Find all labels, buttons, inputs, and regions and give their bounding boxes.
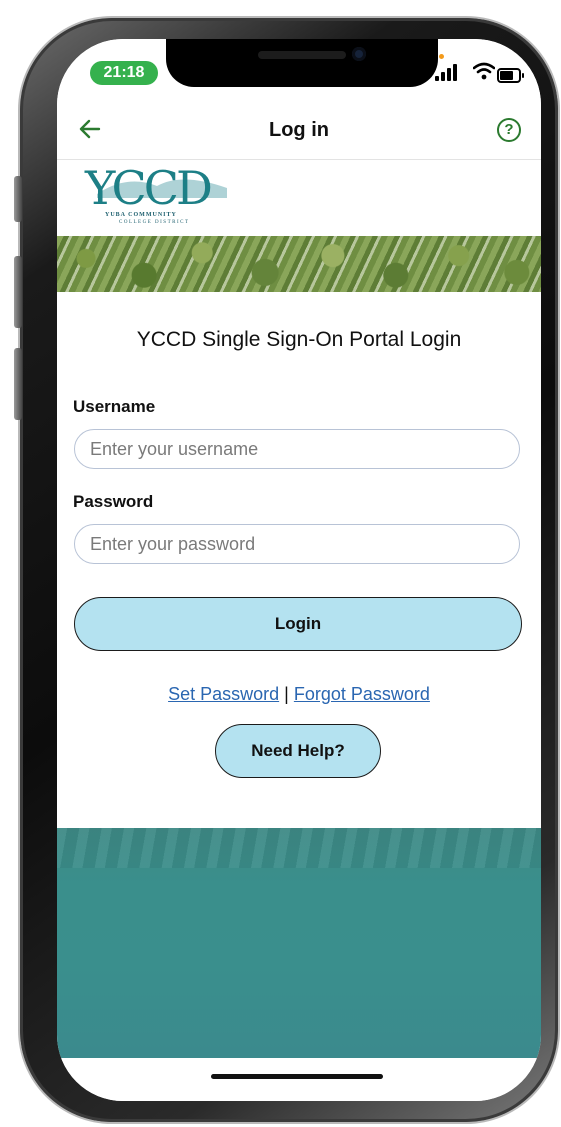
logo-wordmark: YCCD — [85, 161, 213, 215]
privacy-indicator-dot — [439, 54, 444, 59]
login-button[interactable]: Login — [74, 597, 522, 651]
status-bar: 21:18 — [57, 39, 541, 101]
portal-heading: YCCD Single Sign-On Portal Login — [136, 328, 462, 351]
battery-level — [500, 71, 513, 80]
help-icon[interactable]: ? — [497, 118, 521, 142]
notch — [166, 39, 438, 87]
password-links: Set Password | Forgot Password — [57, 684, 541, 705]
foliage-banner-image — [57, 236, 541, 292]
front-camera — [352, 47, 366, 61]
password-input[interactable] — [74, 524, 520, 564]
forgot-password-link[interactable]: Forgot Password — [294, 684, 430, 704]
page-title: Log in — [269, 119, 329, 141]
side-button-silent — [14, 176, 22, 222]
cellular-signal-icon — [435, 63, 459, 81]
phone-screen: 21:18 Log in ? YCCD YUBA COMMUNITY COLLE… — [57, 39, 541, 1101]
side-button-volume-up — [14, 256, 22, 328]
yccd-logo: YCCD YUBA COMMUNITY COLLEGE DISTRICT — [57, 160, 541, 236]
teal-background-image — [57, 828, 541, 1058]
link-separator: | — [284, 684, 289, 704]
side-button-volume-down — [14, 348, 22, 420]
logo-subtitle-line2: COLLEGE DISTRICT — [119, 220, 190, 225]
username-input[interactable] — [74, 429, 520, 469]
password-label: Password — [73, 492, 154, 511]
home-indicator[interactable] — [211, 1074, 383, 1079]
login-form: YCCD Single Sign-On Portal Login Usernam… — [57, 292, 541, 828]
wifi-icon — [472, 62, 496, 85]
battery-icon — [497, 68, 524, 83]
status-time: 21:18 — [90, 61, 158, 85]
earpiece-speaker — [258, 51, 346, 59]
status-icons — [435, 62, 525, 87]
phone-frame: 21:18 Log in ? YCCD YUBA COMMUNITY COLLE… — [14, 18, 558, 1122]
username-label: Username — [73, 397, 156, 416]
logo-subtitle-line1: YUBA COMMUNITY — [105, 212, 177, 218]
need-help-button[interactable]: Need Help? — [215, 724, 381, 778]
set-password-link[interactable]: Set Password — [168, 684, 279, 704]
home-indicator-area — [57, 1058, 541, 1101]
navigation-bar: Log in ? — [57, 101, 541, 160]
